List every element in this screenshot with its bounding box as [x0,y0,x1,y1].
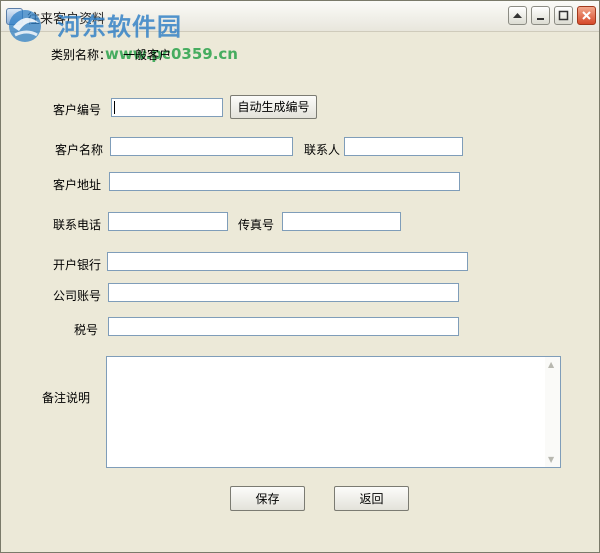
title-bar[interactable]: 往来客户资料 河东软件园 [1,1,599,42]
phone-input[interactable] [108,212,228,231]
minimize-button[interactable] [531,6,550,25]
close-icon [582,11,591,20]
account-label: 公司账号 [53,289,102,303]
contact-person-label: 联系人 [304,143,341,157]
category-label: 类别名称： [51,48,112,62]
back-button[interactable]: 返回 [334,486,409,511]
close-button[interactable] [577,6,596,25]
maximize-icon [558,10,569,21]
remarks-scrollbar[interactable]: ▲ ▼ [545,357,560,467]
text-caret [114,101,115,114]
minimize-icon [537,18,544,20]
arrow-up-icon [513,13,522,18]
fax-input[interactable] [282,212,401,231]
scroll-down-icon[interactable]: ▼ [548,455,554,464]
fax-label: 传真号 [238,218,275,232]
contact-person-input[interactable] [344,137,463,156]
watermark-logo [9,10,41,42]
scroll-up-icon[interactable]: ▲ [548,360,554,369]
customer-name-input[interactable] [110,137,293,156]
tax-no-label: 税号 [74,323,99,337]
watermark-site: 河东软件园 [57,13,182,41]
bank-input[interactable] [107,252,468,271]
customer-code-label: 客户编号 [53,103,102,117]
phone-label: 联系电话 [53,218,102,232]
account-input[interactable] [108,283,459,302]
customer-name-label: 客户名称 [55,143,104,157]
tax-no-input[interactable] [108,317,459,336]
auto-generate-code-button[interactable]: 自动生成编号 [230,95,317,119]
remarks-label: 备注说明 [42,391,91,405]
maximize-button[interactable] [554,6,573,25]
category-value: 一般客户 [123,48,172,62]
save-button[interactable]: 保存 [230,486,305,511]
help-button[interactable] [508,6,527,25]
customer-code-input[interactable] [111,98,223,117]
remarks-textarea[interactable]: ▲ ▼ [106,356,561,468]
customer-info-window: 往来客户资料 河东软件园 www.pc0359.cn 类别名称： 一般客户 客户… [0,0,600,553]
address-label: 客户地址 [53,178,102,192]
address-input[interactable] [109,172,460,191]
bank-label: 开户银行 [53,258,102,272]
